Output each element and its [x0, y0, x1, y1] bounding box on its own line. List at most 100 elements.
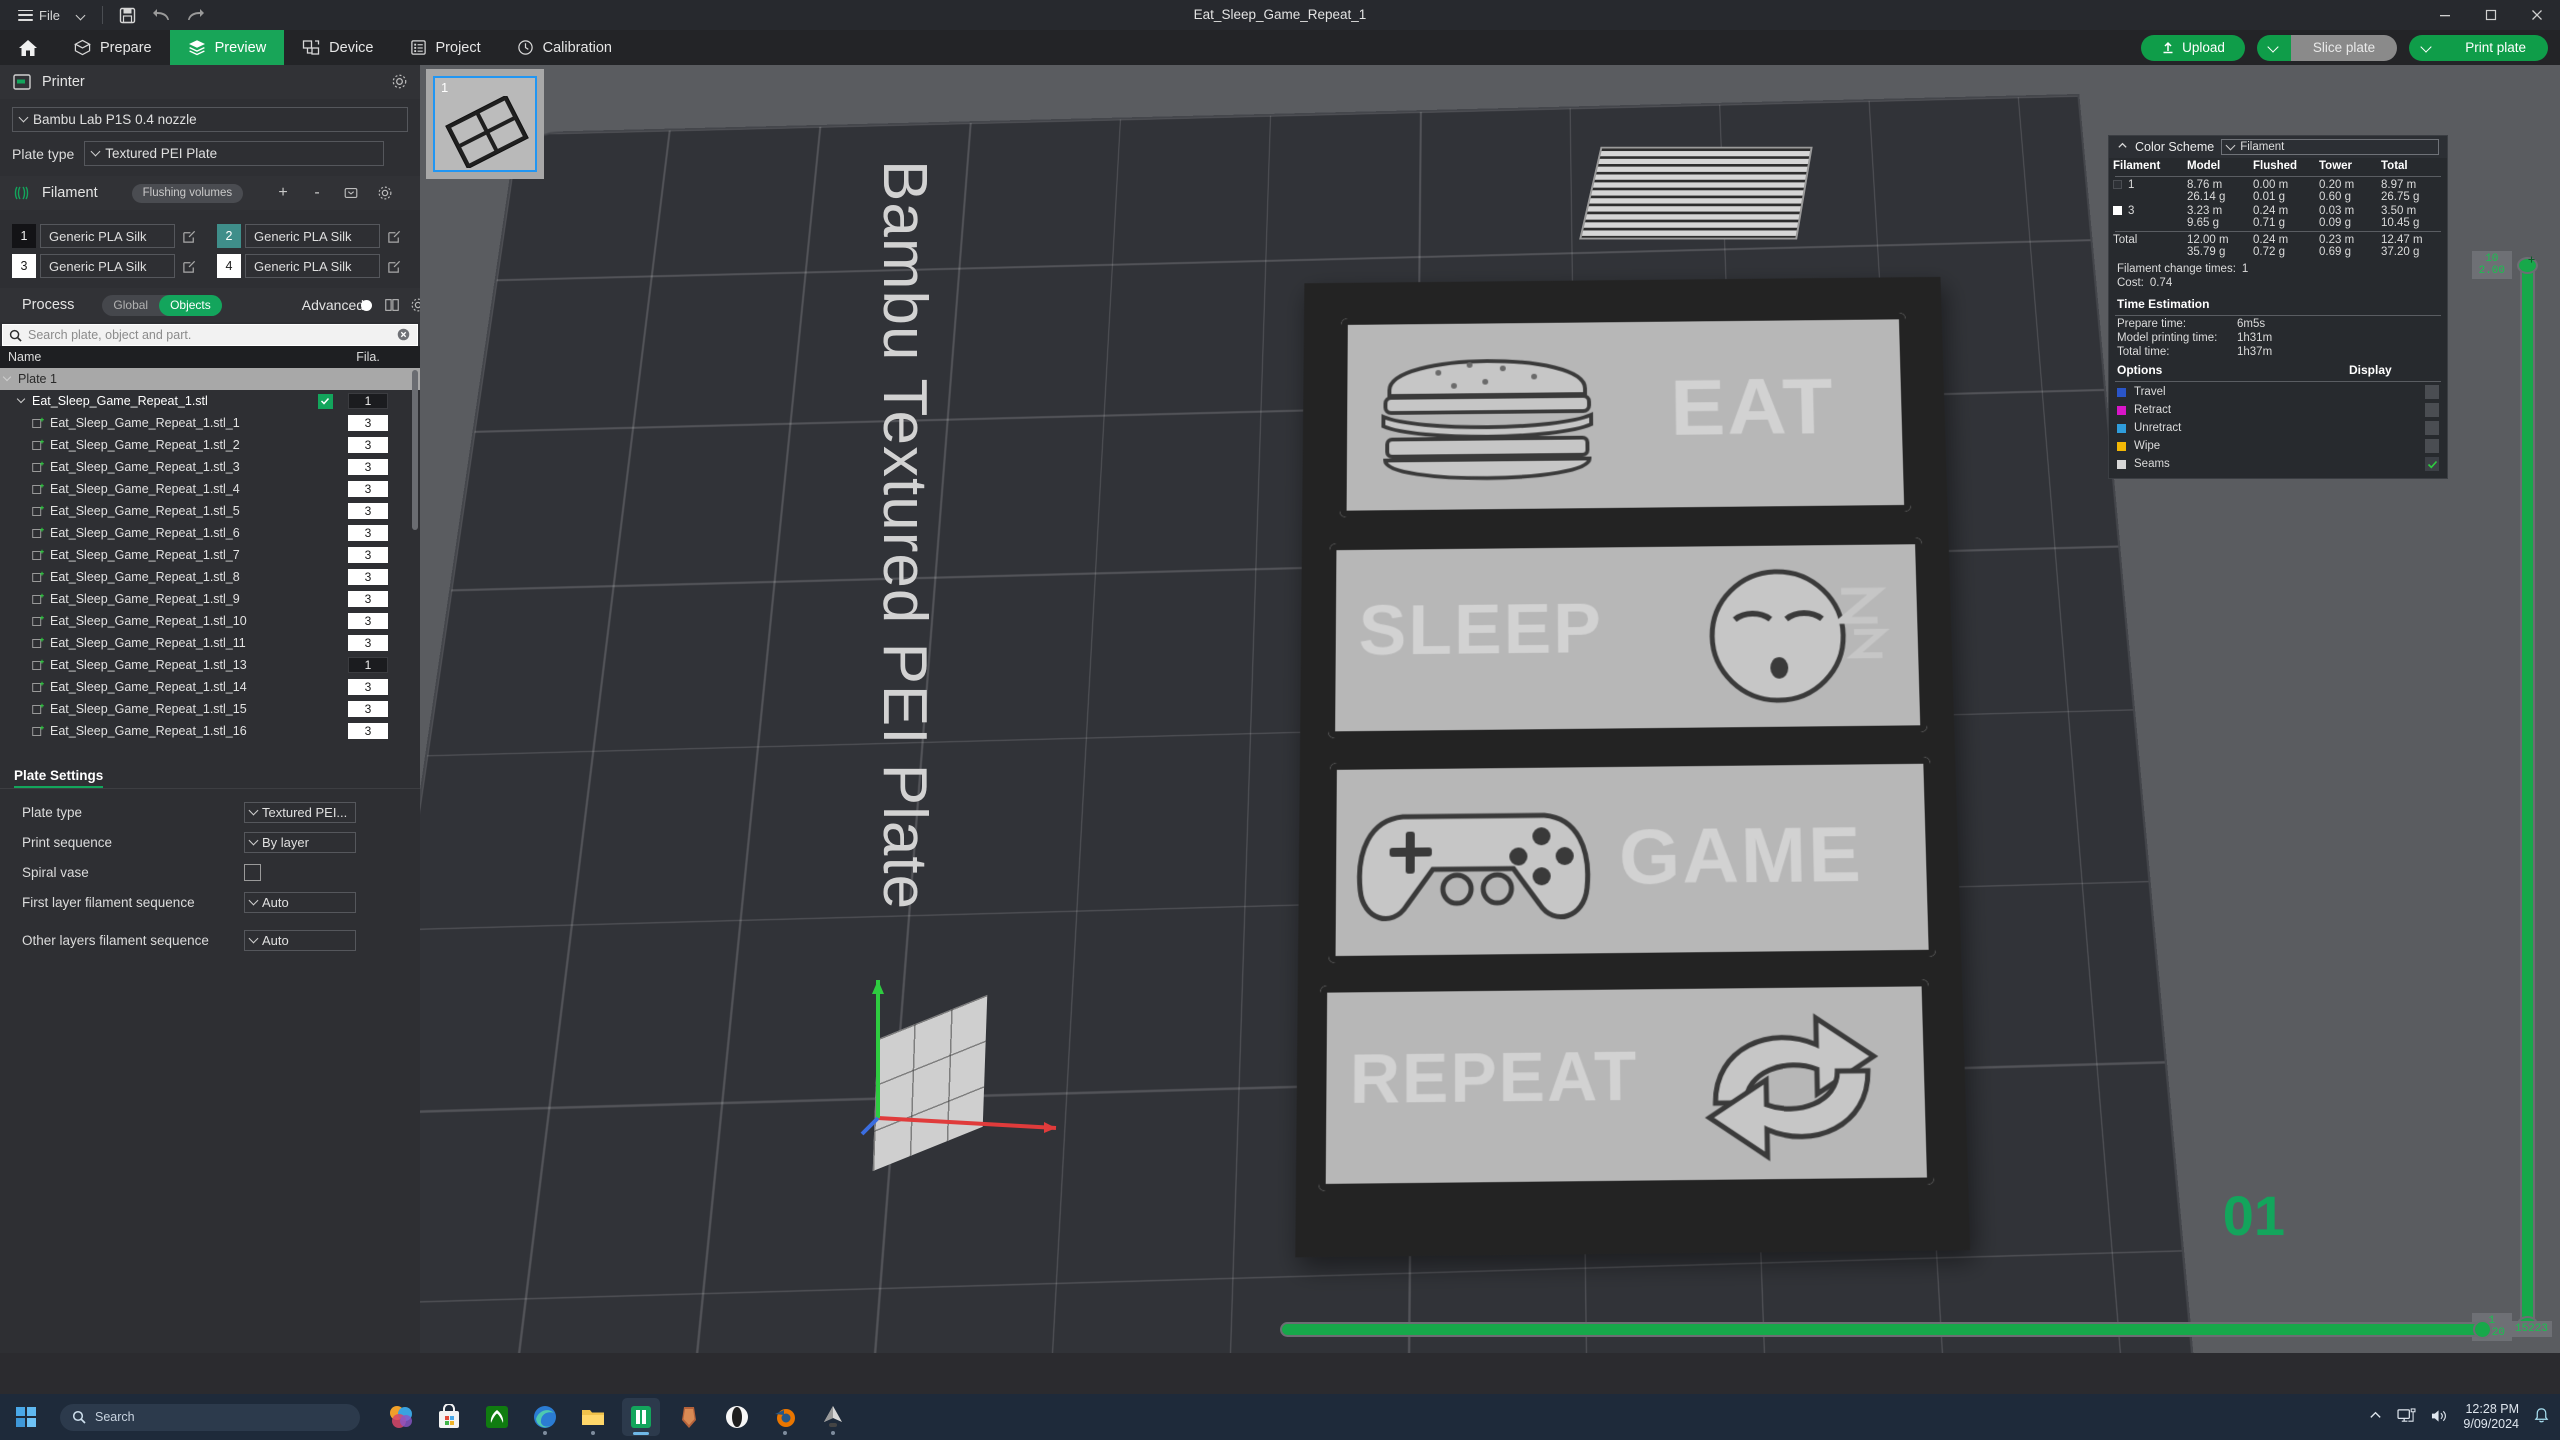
move-slider-handle[interactable]	[2473, 1320, 2492, 1339]
file-menu-button[interactable]: File	[10, 0, 68, 30]
slice-plate-dropdown[interactable]	[2256, 34, 2291, 61]
taskbar-app-opera[interactable]	[718, 1398, 756, 1436]
show-hidden-icons-button[interactable]	[2368, 1408, 2383, 1426]
part-add-icon[interactable]	[32, 571, 45, 583]
filament-slot-4-name[interactable]: Generic PLA Silk	[245, 254, 380, 278]
filament-slot-1[interactable]: 1 Generic PLA Silk	[12, 224, 203, 248]
object-filament-cell[interactable]: 3	[344, 481, 392, 497]
filament-slot-1-name[interactable]: Generic PLA Silk	[40, 224, 175, 248]
plate-thumbnail-1[interactable]: 1	[426, 69, 544, 179]
collapse-chevron-icon[interactable]	[2117, 140, 2128, 154]
save-button[interactable]	[111, 0, 145, 30]
filament-slot-3[interactable]: 3 Generic PLA Silk	[12, 254, 203, 278]
object-list[interactable]: Plate 1 Eat_Sleep_Game_Repeat_1.stl 1 Eat_S…	[0, 368, 420, 762]
object-list-part-row[interactable]: Eat_Sleep_Game_Repeat_1.stl_16 3	[0, 720, 420, 742]
filament-selector[interactable]: 3	[348, 635, 388, 651]
object-list-part-row[interactable]: Eat_Sleep_Game_Repeat_1.stl_15 3	[0, 698, 420, 720]
filament-selector[interactable]: 3	[348, 613, 388, 629]
filament-selector[interactable]: 3	[348, 679, 388, 695]
plate-type-combo[interactable]: Textured PEI Plate	[84, 141, 385, 166]
filament-slot-4[interactable]: 4 Generic PLA Silk	[217, 254, 408, 278]
minimize-button[interactable]	[2422, 0, 2468, 30]
plate-settings-plate-type-combo[interactable]: Textured PEI...	[244, 801, 356, 823]
part-add-icon[interactable]	[32, 549, 45, 561]
filament-slot-2[interactable]: 2 Generic PLA Silk	[217, 224, 408, 248]
home-button[interactable]	[0, 30, 56, 65]
clear-search-icon[interactable]	[397, 328, 411, 342]
taskbar-app-xbox[interactable]	[478, 1398, 516, 1436]
taskbar-search[interactable]: Search	[60, 1403, 360, 1431]
part-add-icon[interactable]	[32, 725, 45, 737]
other-layers-filament-sequence-combo[interactable]: Auto	[244, 929, 356, 951]
object-search-input[interactable]	[28, 328, 391, 342]
move-slider-track[interactable]	[1280, 1322, 2490, 1337]
tab-project[interactable]: Project	[392, 30, 499, 65]
plate-settings-tab[interactable]: Plate Settings	[0, 762, 420, 788]
option-row-travel[interactable]: Travel	[2109, 383, 2447, 401]
printer-model-combo[interactable]: Bambu Lab P1S 0.4 nozzle	[12, 107, 408, 132]
menu-dropdown-button[interactable]	[68, 0, 94, 30]
object-list-part-row[interactable]: Eat_Sleep_Game_Repeat_1.stl_9 3	[0, 588, 420, 610]
network-icon[interactable]	[2397, 1407, 2416, 1427]
expand-chevron-icon[interactable]	[18, 397, 27, 406]
sliced-model[interactable]: EAT SLEEP GAME REPEAT	[1295, 276, 1971, 1258]
layer-slider-track[interactable]	[2520, 265, 2535, 1325]
print-plate-button[interactable]: Print plate	[2443, 34, 2548, 61]
object-list-part-row[interactable]: Eat_Sleep_Game_Repeat_1.stl_3 3	[0, 456, 420, 478]
taskbar-app-inkscape[interactable]	[814, 1398, 852, 1436]
option-display-checkbox[interactable]	[2425, 403, 2439, 417]
option-row-wipe[interactable]: Wipe	[2109, 437, 2447, 455]
layer-slider-upper-handle[interactable]	[2517, 256, 2538, 274]
print-plate-dropdown[interactable]	[2409, 34, 2444, 61]
part-add-icon[interactable]	[32, 417, 45, 429]
filament-selector[interactable]: 3	[348, 525, 388, 541]
object-search-bar[interactable]	[2, 324, 418, 346]
filament-selector[interactable]: 1	[348, 657, 388, 673]
object-list-part-row[interactable]: Eat_Sleep_Game_Repeat_1.stl_14 3	[0, 676, 420, 698]
object-list-part-row[interactable]: Eat_Sleep_Game_Repeat_1.stl_7 3	[0, 544, 420, 566]
part-add-icon[interactable]	[32, 681, 45, 693]
filament-sync-button[interactable]	[339, 181, 363, 205]
filament-selector[interactable]: 3	[348, 591, 388, 607]
part-add-icon[interactable]	[32, 703, 45, 715]
option-display-checkbox[interactable]	[2425, 421, 2439, 435]
layer-slider-vertical[interactable]: 10 2.00 1 0.20	[2471, 251, 2538, 1341]
option-display-checkbox[interactable]	[2425, 439, 2439, 453]
object-list-part-row[interactable]: Eat_Sleep_Game_Repeat_1.stl_13 1	[0, 654, 420, 676]
filament-selector[interactable]: 3	[348, 701, 388, 717]
slice-plate-button[interactable]: Slice plate	[2290, 34, 2398, 61]
undo-button[interactable]	[145, 0, 179, 30]
expand-chevron-icon[interactable]	[4, 375, 13, 384]
object-filament-cell[interactable]: 1	[344, 393, 392, 409]
object-filament-cell[interactable]: 3	[344, 459, 392, 475]
filament-slot-2-edit-icon[interactable]	[380, 224, 408, 248]
taskbar-app-blender[interactable]	[766, 1398, 804, 1436]
filament-slot-4-index[interactable]: 4	[217, 254, 241, 278]
object-visibility-checkbox[interactable]	[306, 393, 344, 409]
filament-selector[interactable]: 3	[348, 723, 388, 739]
object-filament-cell[interactable]: 3	[344, 437, 392, 453]
spiral-vase-checkbox[interactable]	[244, 863, 261, 881]
part-add-icon[interactable]	[32, 505, 45, 517]
tab-prepare[interactable]: Prepare	[56, 30, 170, 65]
part-add-icon[interactable]	[32, 615, 45, 627]
filament-slot-2-index[interactable]: 2	[217, 224, 241, 248]
filament-selector[interactable]: 3	[348, 437, 388, 453]
close-button[interactable]	[2514, 0, 2560, 30]
taskbar-app-store[interactable]	[430, 1398, 468, 1436]
part-add-icon[interactable]	[32, 659, 45, 671]
printer-settings-gear-icon[interactable]	[391, 73, 408, 94]
object-filament-cell[interactable]: 3	[344, 635, 392, 651]
filament-selector[interactable]: 3	[348, 547, 388, 563]
plate-settings-print-sequence-combo[interactable]: By layer	[244, 831, 356, 853]
object-list-part-row[interactable]: Eat_Sleep_Game_Repeat_1.stl_6 3	[0, 522, 420, 544]
plate-thumbnail-preview[interactable]: 1	[433, 76, 537, 172]
filament-selector[interactable]: 3	[348, 459, 388, 475]
process-scope-toggle[interactable]: Global Objects	[102, 294, 222, 316]
object-list-plate-row[interactable]: Plate 1	[0, 368, 420, 390]
move-slider-horizontal[interactable]: 15223	[1280, 1319, 2552, 1341]
filament-slot-1-edit-icon[interactable]	[175, 224, 203, 248]
object-filament-cell[interactable]: 3	[344, 503, 392, 519]
print-plate-split-button[interactable]: Print plate	[2409, 34, 2548, 61]
option-display-checkbox[interactable]	[2425, 457, 2439, 471]
